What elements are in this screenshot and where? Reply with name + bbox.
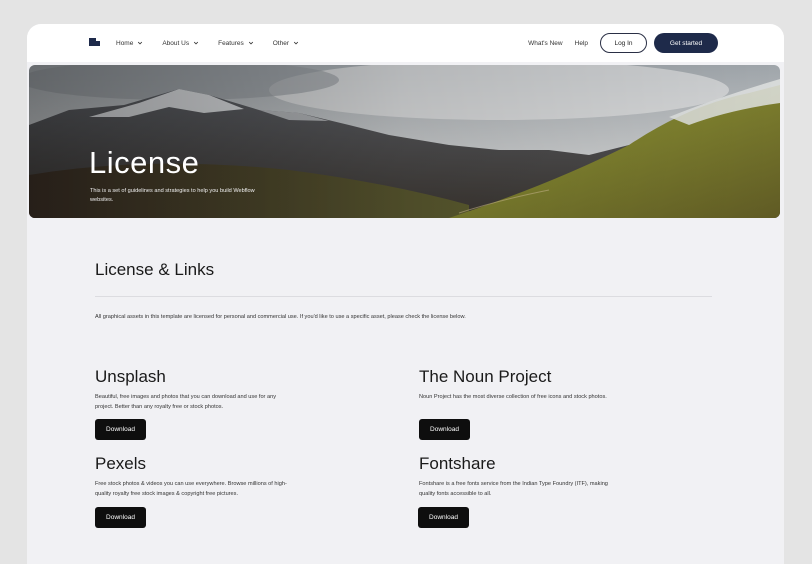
menu-label: About Us bbox=[162, 39, 190, 47]
resource-pexels: Pexels Free stock photos & videos you ca… bbox=[95, 454, 295, 499]
chevron-down-icon bbox=[248, 41, 253, 45]
resource-description: Beautiful, free images and photos that y… bbox=[95, 394, 276, 410]
download-unsplash-button[interactable]: Download bbox=[95, 419, 146, 440]
section-title: License & Links bbox=[95, 260, 215, 279]
chevron-down-icon bbox=[193, 41, 199, 45]
chevron-down-icon bbox=[293, 41, 299, 45]
resource-description: Noun Project has the most diverse collec… bbox=[419, 394, 607, 400]
get-started-button[interactable]: Get started bbox=[654, 33, 718, 53]
menu-item-other[interactable]: Other bbox=[273, 40, 299, 47]
resource-fontshare: Fontshare Fontshare is a free fonts serv… bbox=[419, 454, 619, 499]
download-pexels-button[interactable]: Download bbox=[95, 507, 146, 528]
menu-item-about[interactable]: About Us bbox=[162, 40, 199, 47]
resource-description: Free stock photos & videos you can use e… bbox=[95, 481, 287, 497]
nav-actions: What's New Help Log In Get started bbox=[528, 24, 718, 62]
resource-title: Pexels bbox=[95, 454, 147, 473]
menu-item-features[interactable]: Features bbox=[218, 40, 254, 47]
help-link[interactable]: Help bbox=[575, 40, 588, 47]
page-card: Home About Us Features Other What's New … bbox=[27, 24, 784, 564]
menu-label: Features bbox=[218, 39, 244, 47]
download-fontshare-button[interactable]: Download bbox=[418, 507, 469, 528]
intro-text: All graphical assets in this template ar… bbox=[95, 314, 466, 320]
main-menu: Home About Us Features Other bbox=[116, 24, 318, 62]
login-button[interactable]: Log In bbox=[600, 33, 647, 53]
whats-new-link[interactable]: What's New bbox=[528, 40, 562, 47]
resource-title: Unsplash bbox=[95, 367, 166, 386]
divider bbox=[95, 296, 712, 297]
menu-item-home[interactable]: Home bbox=[116, 40, 143, 47]
menu-label: Home bbox=[116, 39, 134, 47]
hero-subtitle: This is a set of guidelines and strategi… bbox=[90, 188, 255, 203]
download-noun-project-button[interactable]: Download bbox=[419, 419, 470, 440]
hero-banner: License This is a set of guidelines and … bbox=[29, 65, 780, 218]
resource-title: Fontshare bbox=[419, 454, 496, 473]
resource-description: Fontshare is a free fonts service from t… bbox=[419, 481, 608, 497]
top-navbar: Home About Us Features Other What's New … bbox=[27, 24, 784, 62]
resource-unsplash: Unsplash Beautiful, free images and phot… bbox=[95, 367, 295, 412]
resource-noun-project: The Noun Project Noun Project has the mo… bbox=[419, 367, 619, 403]
chevron-down-icon bbox=[138, 41, 143, 45]
brand-logo-icon[interactable] bbox=[89, 38, 100, 46]
menu-label: Other bbox=[272, 39, 290, 47]
resource-title: The Noun Project bbox=[419, 367, 552, 386]
hero-title: License bbox=[89, 145, 200, 180]
